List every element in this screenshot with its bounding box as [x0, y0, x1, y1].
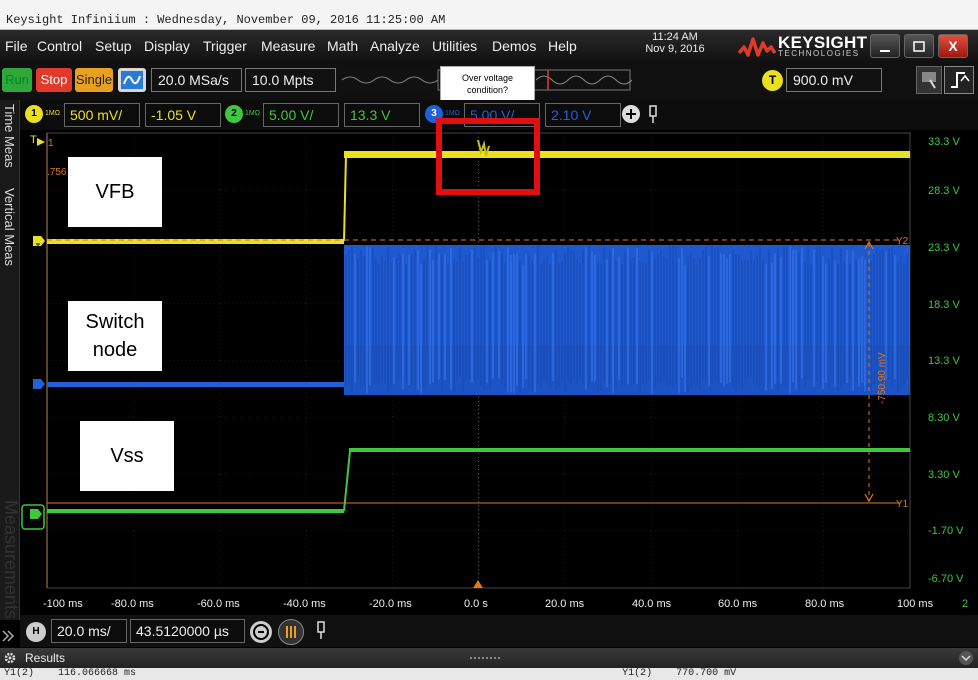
results-title: Results — [25, 651, 66, 665]
vfb-label: VFB — [68, 157, 162, 227]
vss-label: Vss — [80, 421, 174, 491]
collapse-chevron-icon[interactable] — [958, 650, 974, 666]
right-axis-label: -1.70 V — [928, 525, 964, 537]
ch3-ground-marker[interactable] — [33, 379, 45, 389]
switch-node-label: Switch node — [68, 301, 162, 371]
pin-icon — [317, 621, 325, 639]
right-axis-label: 28.3 V — [928, 185, 960, 197]
right-axis-label: 13.3 V — [928, 355, 960, 367]
time-axis-channel-index: 2 — [962, 598, 969, 610]
right-axis-label: 18.3 V — [928, 299, 960, 311]
ch2-ground-marker[interactable] — [21, 504, 45, 530]
right-axis-label: 33.3 V — [928, 136, 960, 148]
drag-handle-icon[interactable] — [468, 655, 502, 661]
time-axis-label: 60.0 ms — [718, 598, 758, 610]
right-axis-label: 23.3 V — [928, 242, 960, 254]
trigger-level-marker — [37, 138, 45, 146]
right-axis-label: 8.30 V — [928, 412, 960, 424]
time-axis-label: -80.0 ms — [111, 598, 154, 610]
time-scale-field[interactable]: 20.0 ms/ — [51, 619, 127, 643]
results-row-text: Y1(2) 116.066668 ms Y1(2) 770.700 mV — [4, 668, 737, 679]
reference-value-label: .756 — [47, 167, 67, 178]
cursor-delta-value: -750.90 mV — [877, 352, 888, 404]
trigger-marker-label: T — [30, 134, 37, 146]
time-axis-label: -60.0 ms — [197, 598, 240, 610]
time-axis-label: 20.0 ms — [545, 598, 585, 610]
time-axis-label: -20.0 ms — [369, 598, 412, 610]
time-position-field[interactable]: 43.5120000 µs — [130, 619, 245, 643]
y1-cursor-label: Y1 — [896, 499, 909, 510]
results-panel-header[interactable]: Results — [0, 648, 978, 668]
time-axis-label: 100 ms — [897, 598, 934, 610]
time-axis-label: 40.0 ms — [632, 598, 672, 610]
ch1-marker-label: 1 — [48, 138, 54, 149]
y2-cursor-label: Y2 — [896, 236, 909, 247]
horizontal-pin-button[interactable] — [312, 619, 330, 643]
expand-panel-button[interactable] — [0, 620, 18, 648]
ch1-ground-marker[interactable] — [33, 236, 45, 247]
horizontal-badge[interactable]: H — [26, 622, 46, 642]
time-axis-label: -40.0 ms — [283, 598, 326, 610]
gear-icon[interactable] — [3, 651, 17, 665]
zoom-button[interactable] — [250, 621, 272, 643]
time-axis-label: 0.0 s — [464, 598, 488, 610]
right-axis-label: 3.30 V — [928, 469, 960, 481]
acquisition-mode-button[interactable] — [278, 619, 304, 645]
time-axis-label: 80.0 ms — [805, 598, 845, 610]
double-chevron-right-icon — [2, 630, 15, 642]
right-axis-label: -6.70 V — [928, 573, 964, 585]
segment-icon — [286, 626, 296, 638]
results-row: Y1(2) 116.066668 ms Y1(2) 770.700 mV — [0, 668, 978, 680]
time-axis-label: -100 ms — [43, 598, 83, 610]
zoom-icon — [253, 624, 269, 640]
